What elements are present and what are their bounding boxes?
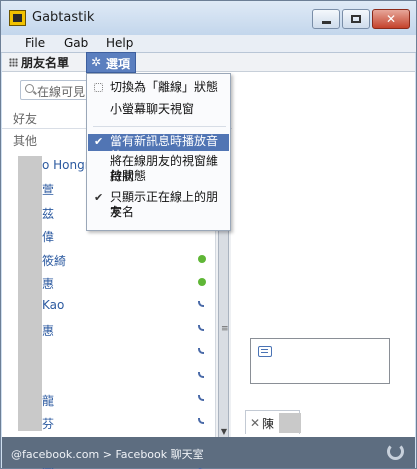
scroll-thumb[interactable]: ≡ (218, 227, 229, 457)
friend-name: 偉 (42, 230, 55, 245)
scroll-down-icon[interactable]: ▼ (219, 427, 229, 437)
friend-name: 萱 (42, 183, 55, 198)
scroll-grip-icon: ≡ (221, 324, 229, 334)
friend-name: 茲 (42, 206, 55, 221)
friend-row[interactable]: 筱綺 (2, 248, 214, 271)
search-icon (25, 84, 34, 93)
offline-icon (94, 80, 106, 96)
idle-status-icon (198, 395, 204, 401)
idle-status-icon (198, 371, 204, 378)
friend-name: Kao (42, 298, 65, 313)
menu-item-label: 只顯示正在線上的朋友名 (110, 190, 219, 219)
menu-item-label: 小螢幕聊天視窗 (110, 102, 195, 116)
friends-list-title: 朋友名單 (21, 56, 70, 70)
chat-tab-close-icon[interactable]: ✕ (250, 416, 260, 430)
friend-name: 筱綺 (42, 253, 67, 268)
maximize-button[interactable] (342, 9, 370, 29)
menu-gab[interactable]: Gab (60, 36, 92, 50)
online-status-icon (198, 254, 206, 263)
checkmark-icon: ✔ (94, 191, 104, 204)
options-tab[interactable]: ✲ 選項 (86, 52, 136, 73)
title-bar[interactable]: Gabtastik ✕ (1, 1, 416, 35)
maximize-icon (343, 10, 369, 28)
options-dropdown-menu: 切換為「離線」狀態 小螢幕聊天視窗 ✔ 當有新訊息時播放音效 將在線朋友的視窗維… (86, 73, 231, 231)
menu-item-keep-windows-open[interactable]: 將在線朋友的視窗維持開 啟狀態 (88, 154, 229, 186)
menu-item-label: 切換為「離線」狀態 (110, 80, 219, 94)
friend-name: 龍 (42, 394, 55, 408)
chat-tab-name: 陳 (262, 417, 275, 431)
menu-bar: File Gab Help (1, 35, 416, 53)
search-input[interactable]: 在線可見 (20, 80, 90, 100)
friend-row[interactable] (2, 341, 214, 364)
menu-item-label-line2: 啟狀態 (110, 169, 147, 183)
friend-name: 惠 (42, 277, 55, 291)
checkmark-icon: ✔ (94, 135, 104, 148)
search-placeholder: 在線可見 (37, 85, 86, 99)
refresh-icon[interactable] (387, 443, 404, 460)
friend-name: 惠 (42, 323, 55, 338)
minimize-button[interactable] (312, 9, 340, 29)
menu-item-small-chat-window[interactable]: 小螢幕聊天視窗 (88, 102, 229, 120)
friends-list-header: 朋友名單 (2, 53, 415, 72)
menu-item-label-line2: 字 (110, 205, 123, 219)
chat-tab[interactable]: ✕ 陳 (245, 410, 301, 434)
minimize-icon (313, 10, 339, 28)
idle-status-icon (198, 324, 204, 331)
friend-row[interactable]: 龍 (2, 388, 214, 411)
close-button[interactable]: ✕ (372, 9, 410, 29)
friend-row[interactable]: Kao (2, 294, 214, 317)
chat-preview-box[interactable] (250, 338, 390, 384)
friend-row[interactable]: 芬 (2, 411, 214, 434)
status-text: @facebook.com > Facebook 聊天室 (11, 448, 204, 461)
menu-divider (93, 126, 226, 127)
status-bar: @facebook.com > Facebook 聊天室 (2, 437, 415, 468)
gabtastik-logo-icon (9, 10, 26, 26)
group-other-label[interactable]: 其他 (13, 132, 37, 149)
group-friends-label[interactable]: 好友 (13, 110, 37, 127)
window-title: Gabtastik (32, 10, 95, 25)
menu-file[interactable]: File (21, 36, 49, 50)
friend-row[interactable]: 惠 (2, 271, 214, 294)
idle-status-icon (198, 301, 204, 308)
friend-row[interactable]: 惠 (2, 318, 214, 341)
chat-bubble-icon (258, 346, 272, 357)
idle-status-icon (198, 348, 204, 355)
friend-name: 芬 (42, 417, 55, 432)
chat-tab-name-redacted (279, 413, 301, 433)
menu-item-play-sound[interactable]: ✔ 當有新訊息時播放音效 (88, 134, 229, 163)
menu-item-go-offline[interactable]: 切換為「離線」狀態 (88, 80, 229, 98)
idle-status-icon (198, 418, 204, 425)
app-window: Gabtastik ✕ File Gab Help 朋友名單 在線可見 好友 其… (0, 0, 417, 469)
gear-icon: ✲ (91, 55, 102, 69)
options-tab-label: 選項 (106, 57, 131, 71)
grip-icon[interactable] (9, 58, 18, 67)
friend-row[interactable] (2, 365, 214, 388)
menu-item-show-online-only[interactable]: ✔ 只顯示正在線上的朋友名 字 (88, 190, 229, 222)
close-icon: ✕ (385, 12, 397, 26)
online-status-icon (198, 278, 206, 286)
menu-help[interactable]: Help (102, 36, 137, 50)
